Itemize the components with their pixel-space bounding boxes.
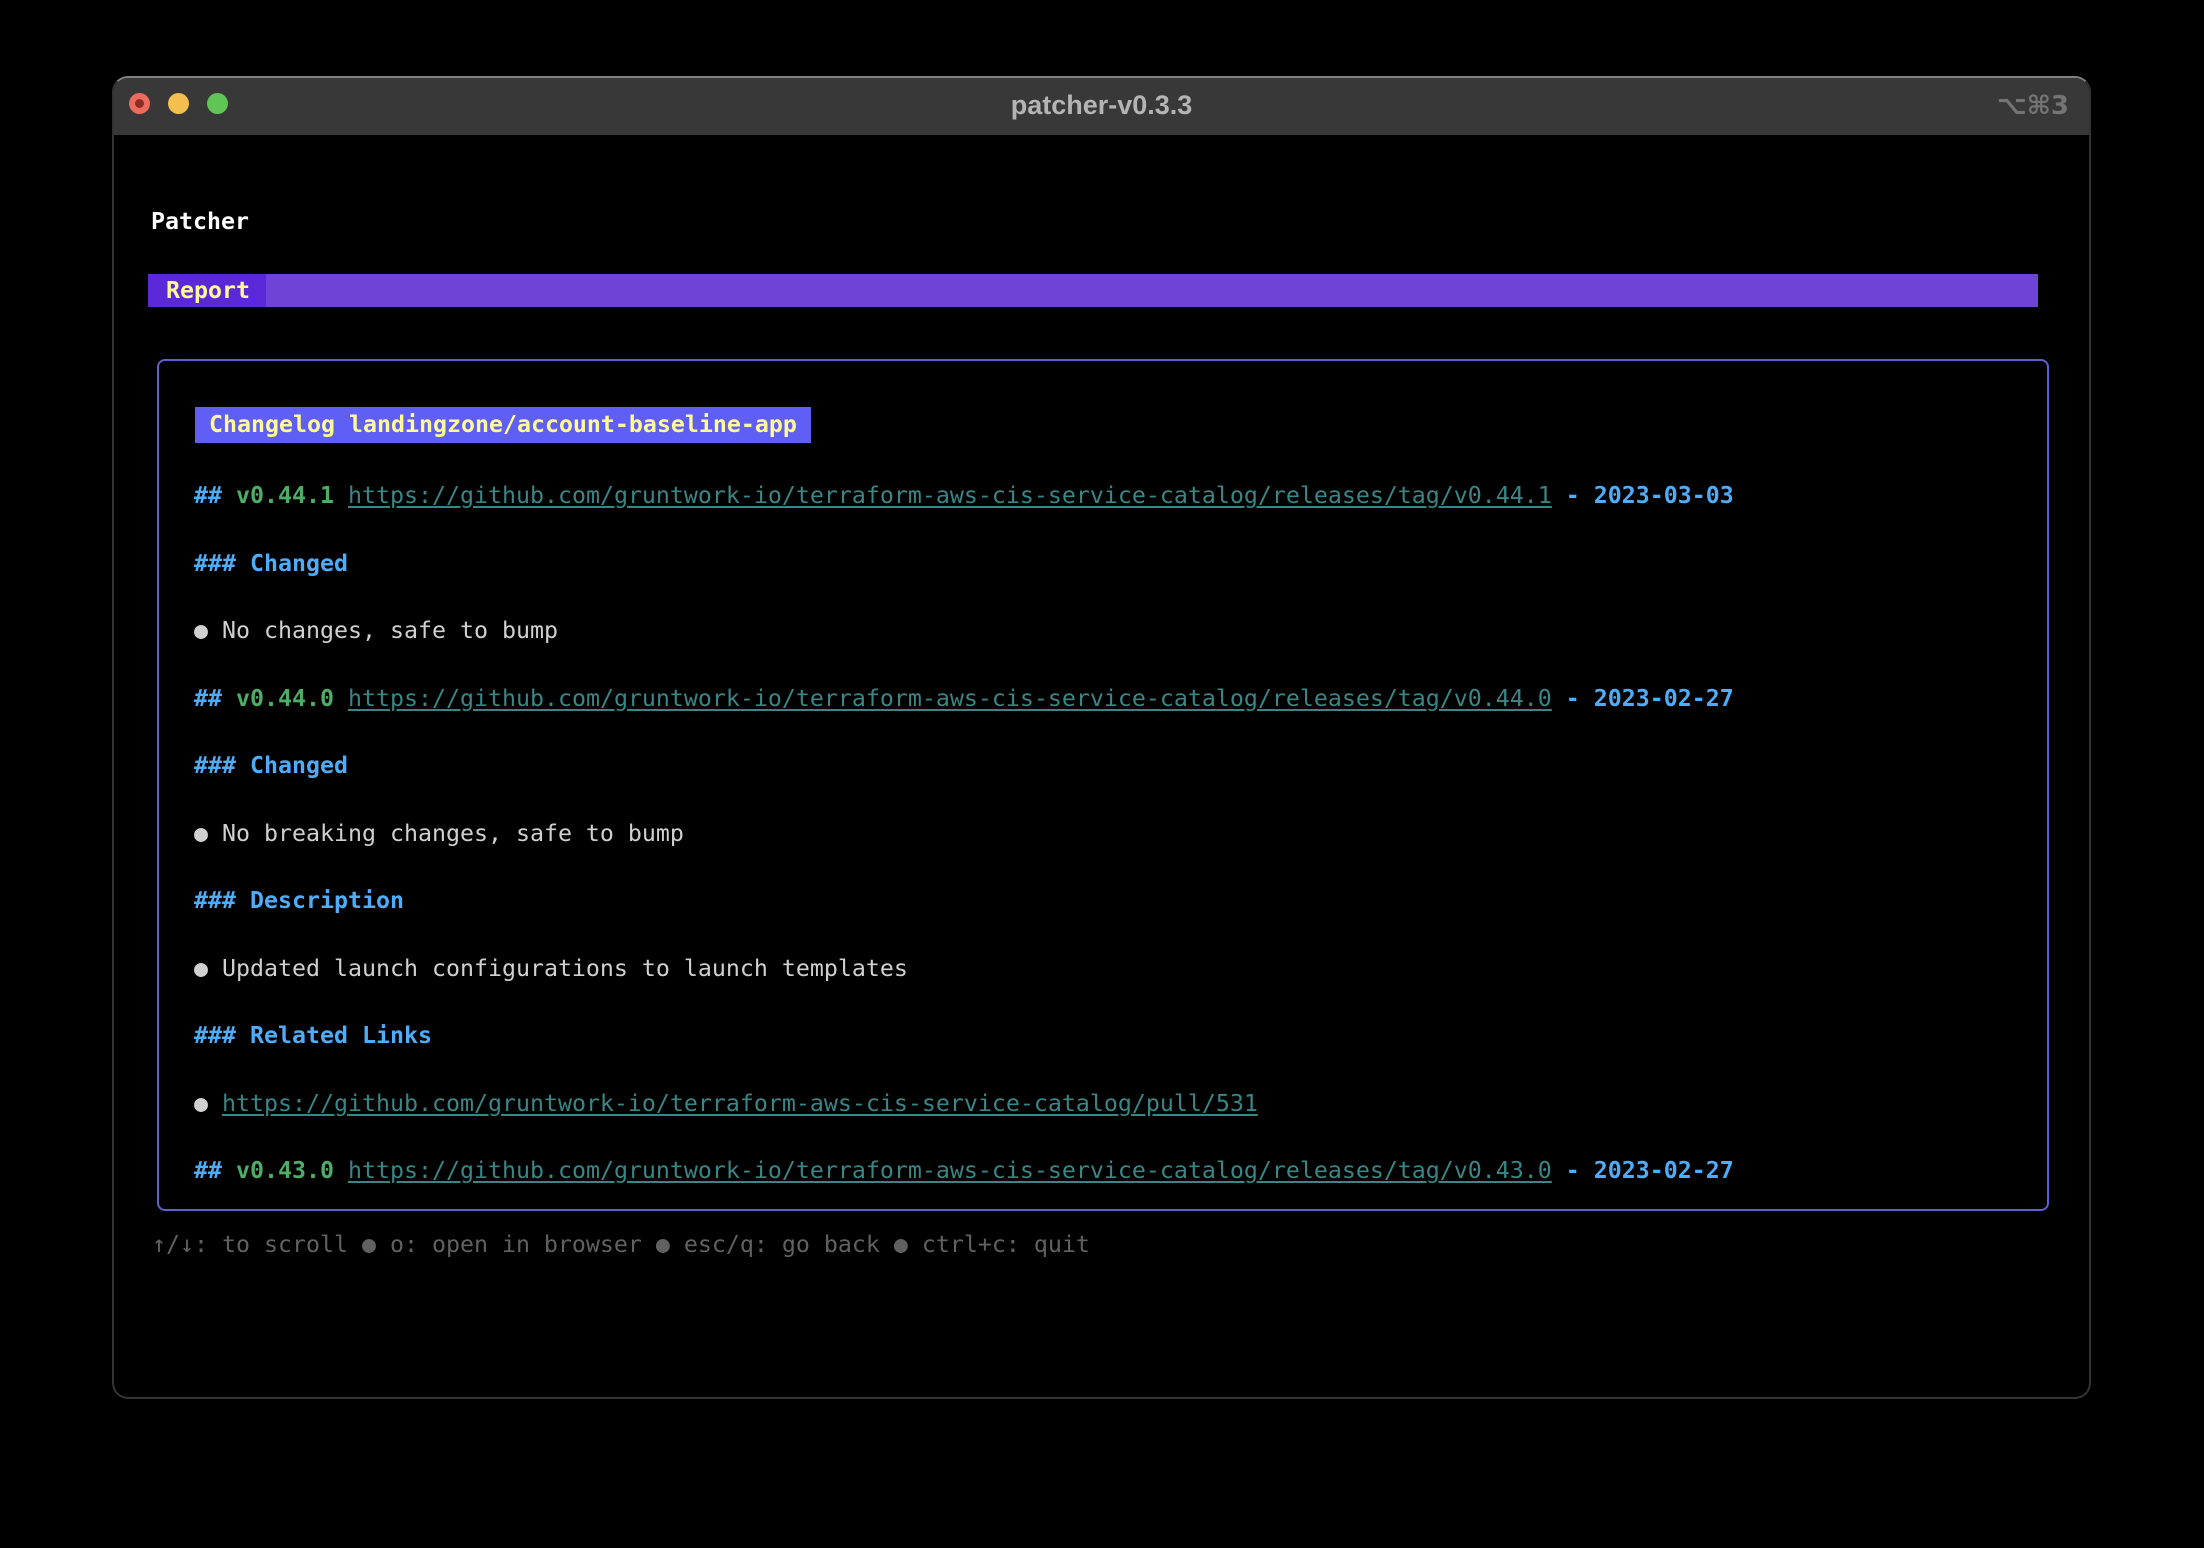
changelog-segment-h3: ### Description xyxy=(194,887,404,914)
changelog-segment-h2: - 2023-02-27 xyxy=(1552,685,1734,712)
changelog-line: ### Changed xyxy=(194,550,348,578)
changelog-segment-h3: ### Related Links xyxy=(194,1022,432,1049)
changelog-line: ## v0.44.1 https://github.com/gruntwork-… xyxy=(194,482,1734,510)
window-titlebar: patcher-v0.3.3 ⌥⌘3 xyxy=(114,78,2089,135)
changelog-link[interactable]: https://github.com/gruntwork-io/terrafor… xyxy=(348,1157,1552,1184)
changelog-segment-body: ● No breaking changes, safe to bump xyxy=(194,820,684,847)
changelog-line: ## v0.43.0 https://github.com/gruntwork-… xyxy=(194,1157,1734,1185)
changelog-segment-body: ● No changes, safe to bump xyxy=(194,617,558,644)
changelog-segment-version: v0.44.1 xyxy=(236,482,334,509)
window-shortcut-badge: ⌥⌘3 xyxy=(1997,78,2069,133)
changelog-line: ## v0.44.0 https://github.com/gruntwork-… xyxy=(194,685,1734,713)
changelog-segment-body xyxy=(334,482,348,509)
changelog-segment-h2: ## xyxy=(194,1157,236,1184)
changelog-segment-version: v0.43.0 xyxy=(236,1157,334,1184)
changelog-segment-h2: - 2023-02-27 xyxy=(1552,1157,1734,1184)
changelog-segment-h2: ## xyxy=(194,482,236,509)
changelog-segment-h2: ## xyxy=(194,685,236,712)
changelog-link[interactable]: https://github.com/gruntwork-io/terrafor… xyxy=(222,1090,1258,1117)
changelog-segment-h2: - 2023-03-03 xyxy=(1552,482,1734,509)
changelog-line: ### Changed xyxy=(194,752,348,780)
changelog-line: ● https://github.com/gruntwork-io/terraf… xyxy=(194,1090,1258,1118)
changelog-segment-h3: ### Changed xyxy=(194,752,348,779)
changelog-segment-body xyxy=(334,685,348,712)
changelog-line: ● No changes, safe to bump xyxy=(194,617,558,645)
changelog-segment-version: v0.44.0 xyxy=(236,685,334,712)
changelog-panel[interactable]: Changelog landingzone/account-baseline-a… xyxy=(157,359,2049,1211)
changelog-segment-body: ● Updated launch configurations to launc… xyxy=(194,955,908,982)
terminal-window: patcher-v0.3.3 ⌥⌘3 Patcher Report Change… xyxy=(112,76,2091,1399)
changelog-line: ● No breaking changes, safe to bump xyxy=(194,820,684,848)
changelog-segment-body xyxy=(334,1157,348,1184)
changelog-link[interactable]: https://github.com/gruntwork-io/terrafor… xyxy=(348,482,1552,509)
changelog-segment-h3: ### Changed xyxy=(194,550,348,577)
report-tab-bar: Report xyxy=(148,274,2038,307)
footer-help-text: ↑/↓: to scroll ● o: open in browser ● es… xyxy=(152,1231,1090,1259)
app-title: Patcher xyxy=(151,208,249,236)
changelog-heading: Changelog landingzone/account-baseline-a… xyxy=(195,407,811,443)
changelog-link[interactable]: https://github.com/gruntwork-io/terrafor… xyxy=(348,685,1552,712)
changelog-segment-body: ● xyxy=(194,1090,222,1117)
changelog-line: ### Related Links xyxy=(194,1022,432,1050)
window-title: patcher-v0.3.3 xyxy=(114,78,2089,133)
report-tab[interactable]: Report xyxy=(148,274,266,307)
changelog-line: ● Updated launch configurations to launc… xyxy=(194,955,908,983)
changelog-line: ### Description xyxy=(194,887,404,915)
